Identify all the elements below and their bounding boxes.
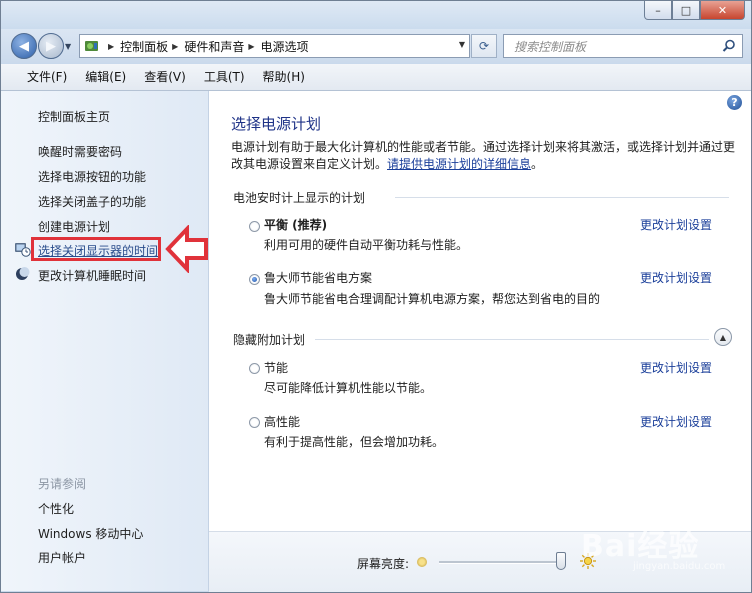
- see-also-mobility-center[interactable]: Windows 移动中心: [38, 525, 143, 542]
- annotation-highlight-box: [31, 237, 161, 261]
- plan-name-high-performance[interactable]: 高性能: [264, 413, 300, 430]
- breadcrumb-hardware-sound[interactable]: 硬件和声音: [184, 38, 244, 55]
- description-end: 。: [531, 157, 544, 171]
- plan-name-balanced[interactable]: 平衡 (推荐): [264, 216, 327, 233]
- address-bar[interactable]: ▶ 控制面板 ▶ 硬件和声音 ▶ 电源选项 ▼: [79, 34, 470, 58]
- plan-desc-balanced: 利用可用的硬件自动平衡功耗与性能。: [264, 238, 469, 252]
- chevron-right-icon[interactable]: ▶: [172, 42, 178, 51]
- plan-name-power-saver[interactable]: 节能: [264, 359, 288, 376]
- back-button[interactable]: ◀: [11, 33, 37, 59]
- brightness-high-icon: [580, 553, 596, 569]
- chevron-right-icon[interactable]: ▶: [248, 42, 254, 51]
- breadcrumb: ▶ 控制面板 ▶ 硬件和声音 ▶ 电源选项: [104, 35, 309, 57]
- brightness-bar: 屏幕亮度:: [209, 531, 751, 592]
- search-input[interactable]: [512, 38, 716, 56]
- refresh-icon: ⟳: [478, 39, 490, 53]
- arrow-left-icon: ◀: [19, 38, 29, 54]
- refresh-button[interactable]: ⟳: [471, 34, 497, 58]
- radio-plan-ludashi[interactable]: [249, 274, 260, 285]
- plan-details-link[interactable]: 请提供电源计划的详细信息: [387, 157, 531, 171]
- annotation-arrow-icon: [165, 225, 208, 273]
- change-plan-settings-link[interactable]: 更改计划设置: [640, 269, 712, 286]
- forward-button[interactable]: ▶: [38, 33, 64, 59]
- search-box[interactable]: [503, 34, 743, 58]
- change-plan-settings-link[interactable]: 更改计划设置: [640, 359, 712, 376]
- radio-plan-high-performance[interactable]: [249, 417, 260, 428]
- left-task-pane: 控制面板主页 唤醒时需要密码 选择电源按钮的功能 选择关闭盖子的功能 创建电源计…: [1, 91, 209, 591]
- monitor-clock-icon: [15, 243, 31, 257]
- see-also-personalization[interactable]: 个性化: [38, 500, 74, 517]
- see-also-user-accounts[interactable]: 用户帐户: [38, 549, 86, 566]
- sleep-moon-icon: [16, 267, 30, 280]
- collapse-button[interactable]: ▲: [714, 328, 732, 346]
- radio-plan-balanced[interactable]: [249, 221, 260, 232]
- sidebar-item-sleep-time[interactable]: 更改计算机睡眠时间: [38, 267, 146, 284]
- group-divider: [395, 197, 729, 198]
- chevron-up-icon: ▲: [719, 332, 727, 342]
- recent-pages-dropdown-icon[interactable]: ▼: [65, 42, 71, 51]
- group-header-battery-meter: 电池安时计上显示的计划: [233, 191, 366, 205]
- control-panel-window: – □ ✕ ◀ ▶ ▼ ▶ 控制面板 ▶ 硬件和声音 ▶ 电源选项 ▼ ⟳ 搜索…: [0, 0, 752, 593]
- control-panel-icon: [85, 41, 98, 51]
- caption-buttons: – □ ✕: [644, 1, 745, 20]
- brightness-label: 屏幕亮度:: [357, 557, 410, 571]
- maximize-button[interactable]: □: [672, 1, 700, 20]
- menu-help[interactable]: 帮助(H): [254, 67, 314, 87]
- main-content: ? 选择电源计划 电源计划有助于最大化计算机的性能或者节能。通过选择计划来将其激…: [209, 91, 751, 531]
- menu-bar: 文件(F) 编辑(E) 查看(V) 工具(T) 帮助(H): [1, 64, 751, 91]
- menu-tools[interactable]: 工具(T): [195, 67, 254, 87]
- page-description: 电源计划有助于最大化计算机的性能或者节能。通过选择计划来将其激活，或选择计划并通…: [231, 139, 736, 173]
- arrow-right-icon: ▶: [46, 38, 56, 54]
- title-bar[interactable]: – □ ✕: [1, 1, 751, 29]
- sidebar-item-lid-close[interactable]: 选择关闭盖子的功能: [38, 193, 146, 210]
- chevron-right-icon[interactable]: ▶: [108, 42, 114, 51]
- group-header-hidden-plans: 隐藏附加计划: [233, 333, 306, 347]
- help-icon[interactable]: ?: [727, 95, 742, 110]
- sidebar-item-create-plan[interactable]: 创建电源计划: [38, 218, 110, 235]
- brightness-slider-track[interactable]: [439, 561, 565, 564]
- menu-edit[interactable]: 编辑(E): [76, 67, 135, 87]
- group-divider: [315, 339, 709, 340]
- search-icon[interactable]: [722, 39, 736, 53]
- breadcrumb-control-panel[interactable]: 控制面板: [120, 38, 168, 55]
- brightness-low-icon: [417, 557, 427, 567]
- plan-desc-high-performance: 有利于提高性能，但会增加功耗。: [264, 435, 445, 449]
- sidebar-item-wake-password[interactable]: 唤醒时需要密码: [38, 143, 122, 160]
- control-panel-home-link[interactable]: 控制面板主页: [38, 108, 110, 125]
- page-title: 选择电源计划: [231, 115, 322, 133]
- plan-desc-power-saver: 尽可能降低计算机性能以节能。: [264, 381, 433, 395]
- change-plan-settings-link[interactable]: 更改计划设置: [640, 413, 712, 430]
- radio-plan-power-saver[interactable]: [249, 363, 260, 374]
- plan-name-ludashi[interactable]: 鲁大师节能省电方案: [264, 269, 372, 286]
- menu-view[interactable]: 查看(V): [135, 67, 195, 87]
- change-plan-settings-link[interactable]: 更改计划设置: [640, 216, 712, 233]
- menu-file[interactable]: 文件(F): [18, 67, 76, 87]
- navigation-bar: ◀ ▶ ▼ ▶ 控制面板 ▶ 硬件和声音 ▶ 电源选项 ▼ ⟳: [1, 29, 751, 63]
- minimize-button[interactable]: –: [644, 1, 672, 20]
- close-button[interactable]: ✕: [700, 1, 745, 20]
- brightness-slider-thumb[interactable]: [556, 552, 567, 570]
- see-also-heading: 另请参阅: [38, 477, 87, 491]
- address-dropdown-icon[interactable]: ▼: [459, 40, 465, 49]
- breadcrumb-power-options[interactable]: 电源选项: [261, 38, 309, 55]
- sidebar-item-power-button[interactable]: 选择电源按钮的功能: [38, 168, 146, 185]
- plan-desc-ludashi: 鲁大师节能省电合理调配计算机电源方案，帮您达到省电的目的: [264, 292, 601, 306]
